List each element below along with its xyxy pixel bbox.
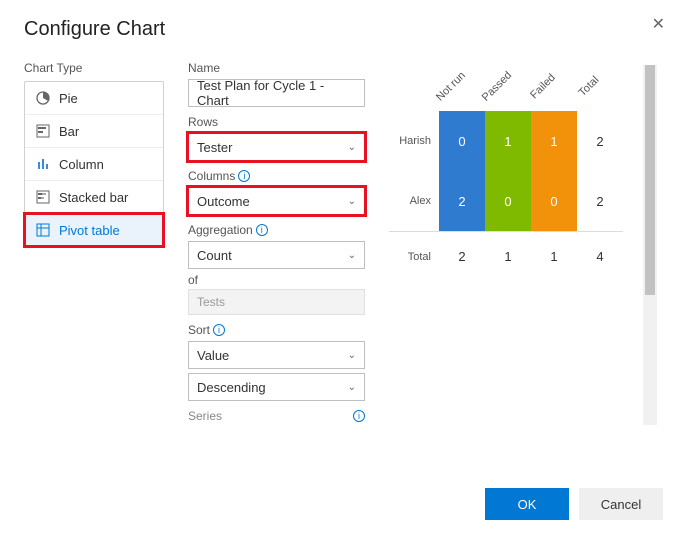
rows-select[interactable]: Tester ⌄ bbox=[188, 133, 365, 161]
pivot-cell: 0 bbox=[531, 171, 577, 231]
ok-button[interactable]: OK bbox=[485, 488, 569, 520]
pivot-total-cell: 2 bbox=[439, 249, 485, 264]
series-label-row: Series i bbox=[188, 409, 365, 423]
chart-type-item-label: Pivot table bbox=[59, 223, 120, 238]
preview-scrollbar[interactable] bbox=[643, 65, 657, 425]
chart-type-item-label: Pie bbox=[59, 91, 78, 106]
chart-type-column[interactable]: Column bbox=[25, 148, 163, 181]
chevron-down-icon: ⌄ bbox=[348, 250, 356, 261]
close-icon[interactable]: ✕ bbox=[652, 14, 665, 34]
sort-by-select[interactable]: Value ⌄ bbox=[188, 341, 365, 369]
chart-type-pivot-table[interactable]: Pivot table bbox=[25, 214, 163, 246]
chart-type-panel: Chart Type Pie Bar bbox=[24, 61, 164, 441]
chart-type-label: Chart Type bbox=[24, 61, 164, 75]
pivot-total-cell: 4 bbox=[577, 249, 623, 264]
pivot-total-cell: 1 bbox=[485, 249, 531, 264]
pivot-cell: 2 bbox=[439, 171, 485, 231]
info-icon[interactable]: i bbox=[353, 410, 365, 422]
pivot-total-row: Total 2 1 1 4 bbox=[389, 231, 623, 281]
pivot-cell: 0 bbox=[485, 171, 531, 231]
aggregation-label: Aggregation i bbox=[188, 223, 365, 237]
pivot-body: Harish 0 1 1 2 Alex 2 0 0 2 bbox=[389, 111, 623, 281]
pivot-cell: 0 bbox=[439, 111, 485, 171]
chart-type-pie[interactable]: Pie bbox=[25, 82, 163, 115]
pivot-cell-total: 2 bbox=[577, 111, 623, 171]
bar-icon bbox=[35, 123, 51, 139]
pivot-column-headers: Not run Passed Failed Total bbox=[439, 91, 623, 103]
pivot-col-header: Total bbox=[569, 66, 610, 107]
sort-dir-select[interactable]: Descending ⌄ bbox=[188, 373, 365, 401]
pivot-total-cell: 1 bbox=[531, 249, 577, 264]
chevron-down-icon: ⌄ bbox=[348, 350, 356, 361]
aggregation-select[interactable]: Count ⌄ bbox=[188, 241, 365, 269]
preview-scroll-thumb[interactable] bbox=[645, 65, 655, 295]
sort-label: Sort i bbox=[188, 323, 365, 337]
pivot-row-label: Harish bbox=[389, 135, 439, 147]
rows-label: Rows bbox=[188, 115, 365, 129]
pivot-col-header: Not run bbox=[431, 66, 472, 107]
column-icon bbox=[35, 156, 51, 172]
dialog-footer: OK Cancel bbox=[485, 488, 663, 520]
chevron-down-icon: ⌄ bbox=[348, 142, 356, 153]
info-icon[interactable]: i bbox=[238, 170, 250, 182]
chart-settings-form: Name Test Plan for Cycle 1 - Chart Rows … bbox=[164, 61, 379, 441]
chevron-down-icon: ⌄ bbox=[348, 196, 356, 207]
chart-type-item-label: Column bbox=[59, 157, 104, 172]
pivot-cell-total: 2 bbox=[577, 171, 623, 231]
chart-type-item-label: Stacked bar bbox=[59, 190, 128, 205]
name-input[interactable]: Test Plan for Cycle 1 - Chart bbox=[188, 79, 365, 107]
pivot-row-label: Alex bbox=[389, 195, 439, 207]
of-value: Tests bbox=[188, 289, 365, 315]
pivot-col-header: Failed bbox=[523, 66, 564, 107]
name-label: Name bbox=[188, 61, 365, 75]
dialog-title: Configure Chart bbox=[24, 18, 659, 41]
of-label: of bbox=[188, 273, 365, 287]
stacked-bar-icon bbox=[35, 189, 51, 205]
chart-preview: Not run Passed Failed Total Harish 0 1 1… bbox=[379, 61, 659, 441]
pivot-cell: 1 bbox=[485, 111, 531, 171]
info-icon[interactable]: i bbox=[213, 324, 225, 336]
pivot-col-header: Passed bbox=[477, 66, 518, 107]
pivot-table-icon bbox=[35, 222, 51, 238]
info-icon[interactable]: i bbox=[256, 224, 268, 236]
columns-label: Columns i bbox=[188, 169, 365, 183]
chevron-down-icon: ⌄ bbox=[348, 382, 356, 393]
pivot-total-label: Total bbox=[389, 251, 439, 263]
chart-type-stacked-bar[interactable]: Stacked bar bbox=[25, 181, 163, 214]
pivot-row: Harish 0 1 1 2 bbox=[389, 111, 623, 171]
chart-type-bar[interactable]: Bar bbox=[25, 115, 163, 148]
pivot-row: Alex 2 0 0 2 bbox=[389, 171, 623, 231]
pie-icon bbox=[35, 90, 51, 106]
pivot-cell: 1 bbox=[531, 111, 577, 171]
chart-type-item-label: Bar bbox=[59, 124, 79, 139]
configure-chart-dialog: ✕ Configure Chart Chart Type Pie Bar bbox=[0, 0, 683, 536]
chart-type-list: Pie Bar Column bbox=[24, 81, 164, 247]
columns-select[interactable]: Outcome ⌄ bbox=[188, 187, 365, 215]
cancel-button[interactable]: Cancel bbox=[579, 488, 663, 520]
